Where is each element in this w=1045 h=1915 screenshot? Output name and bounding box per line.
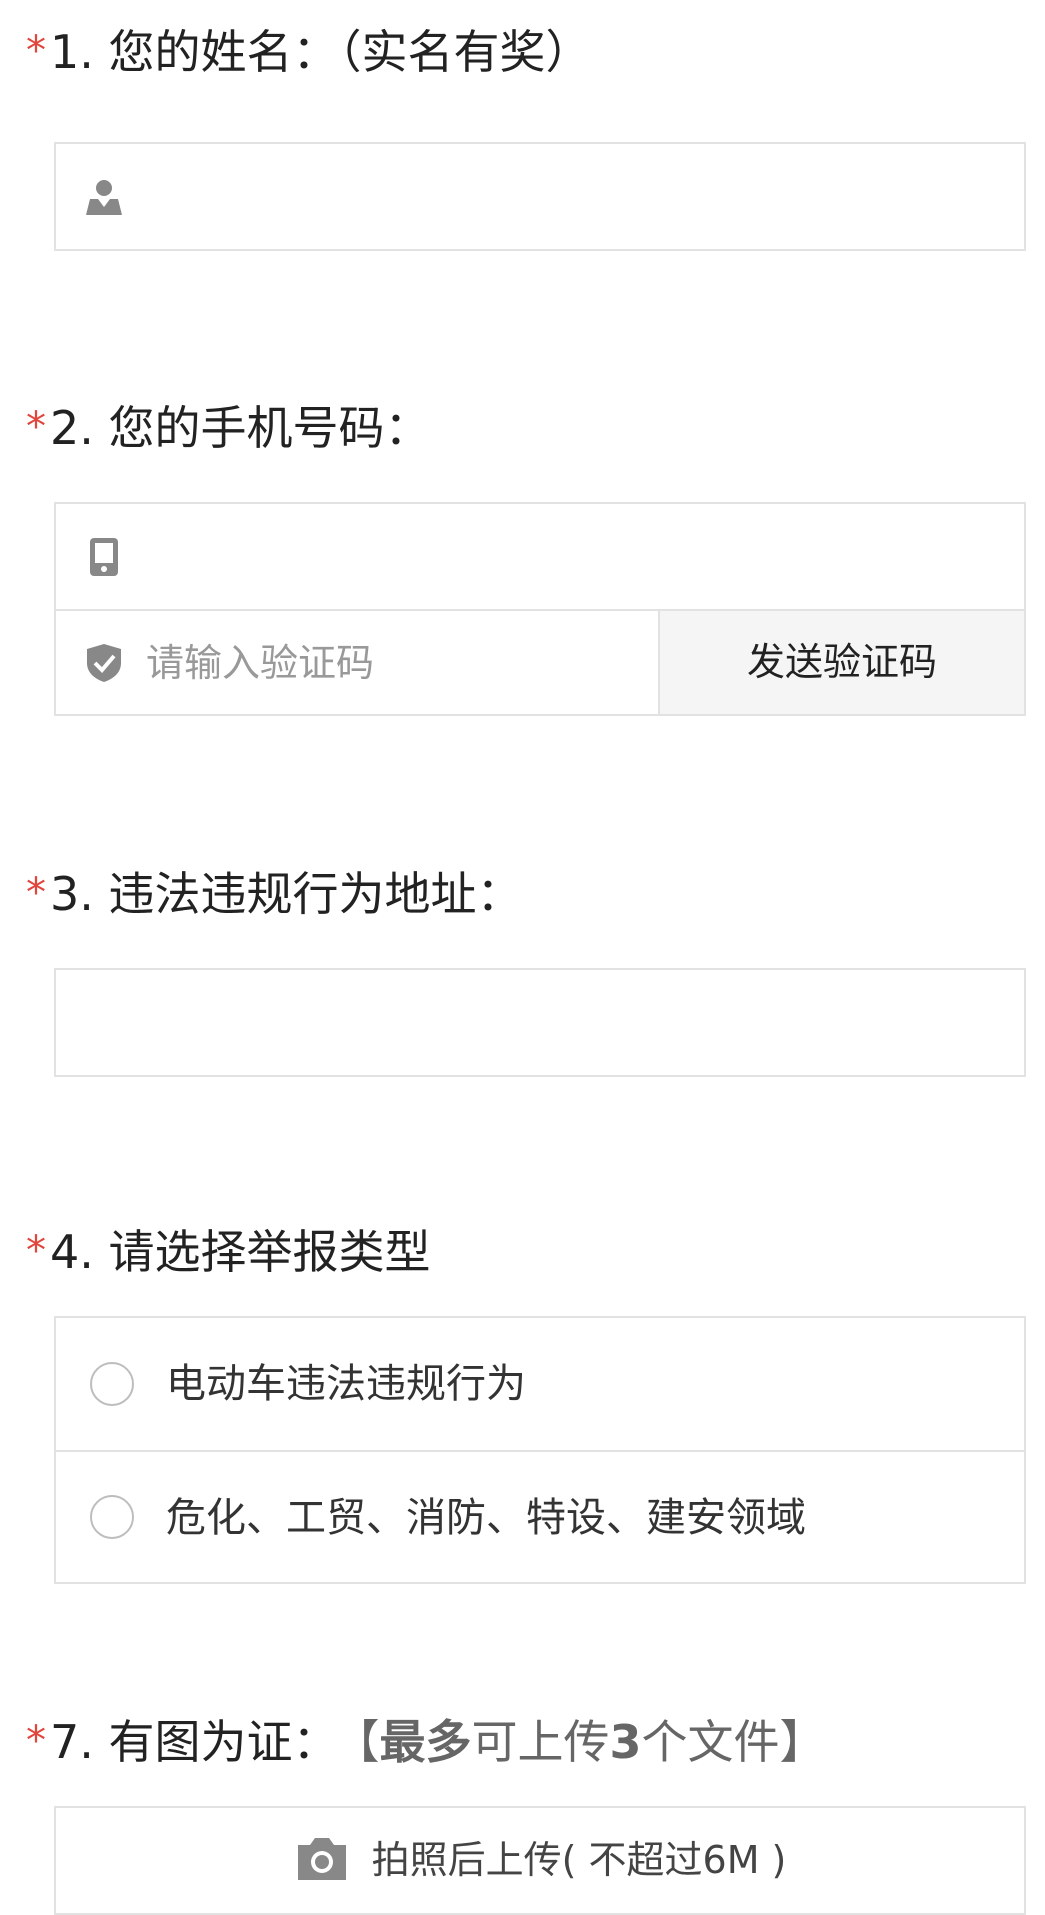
question-3-title: *3. 违法违规行为地址： (26, 867, 523, 921)
radio-button[interactable] (90, 1495, 134, 1539)
person-icon (86, 179, 122, 215)
address-input-row[interactable] (56, 970, 1024, 1075)
report-type-option[interactable]: 电动车违法违规行为 (56, 1318, 1024, 1450)
question-2-title: *2. 您的手机号码： (26, 401, 431, 455)
verify-code-input[interactable]: 请输入验证码 (146, 611, 374, 716)
radio-button[interactable] (90, 1362, 134, 1406)
report-type-options: 电动车违法违规行为 危化、工贸、消防、特设、建安领域 (54, 1316, 1026, 1584)
question-4-title: *4. 请选择举报类型 (26, 1225, 431, 1279)
question-1-title: *1. 您的姓名：（实名有奖） (26, 25, 592, 79)
upload-limit-note: 【最多可上传3个文件】 (356, 1715, 826, 1769)
required-marker: * (26, 404, 46, 450)
question-7-title: *7. 有图为证： 【最多可上传3个文件】 (26, 1715, 826, 1769)
required-marker: * (26, 870, 46, 916)
address-field[interactable] (54, 968, 1026, 1077)
upload-button[interactable]: 拍照后上传( 不超过6M ) (56, 1808, 1024, 1913)
camera-icon (297, 1837, 346, 1880)
required-marker: * (26, 1718, 46, 1764)
radio-label: 危化、工贸、消防、特设、建安领域 (166, 1495, 806, 1541)
radio-label: 电动车违法违规行为 (166, 1361, 526, 1407)
shield-check-icon (87, 643, 121, 682)
upload-field[interactable]: 拍照后上传( 不超过6M ) (54, 1806, 1026, 1915)
send-code-button[interactable]: 发送验证码 (658, 611, 1024, 714)
name-field[interactable] (54, 142, 1026, 251)
report-type-option[interactable]: 危化、工贸、消防、特设、建安领域 (56, 1450, 1024, 1582)
phone-field-group: 请输入验证码 发送验证码 (54, 502, 1026, 716)
phone-icon (90, 537, 118, 576)
upload-label: 拍照后上传( 不超过6M ) (371, 1838, 787, 1882)
phone-input-row[interactable] (56, 504, 1024, 609)
required-marker: * (26, 1228, 46, 1274)
name-input-row[interactable] (56, 144, 1024, 249)
required-marker: * (26, 28, 46, 74)
verify-code-row: 请输入验证码 发送验证码 (56, 609, 1024, 714)
